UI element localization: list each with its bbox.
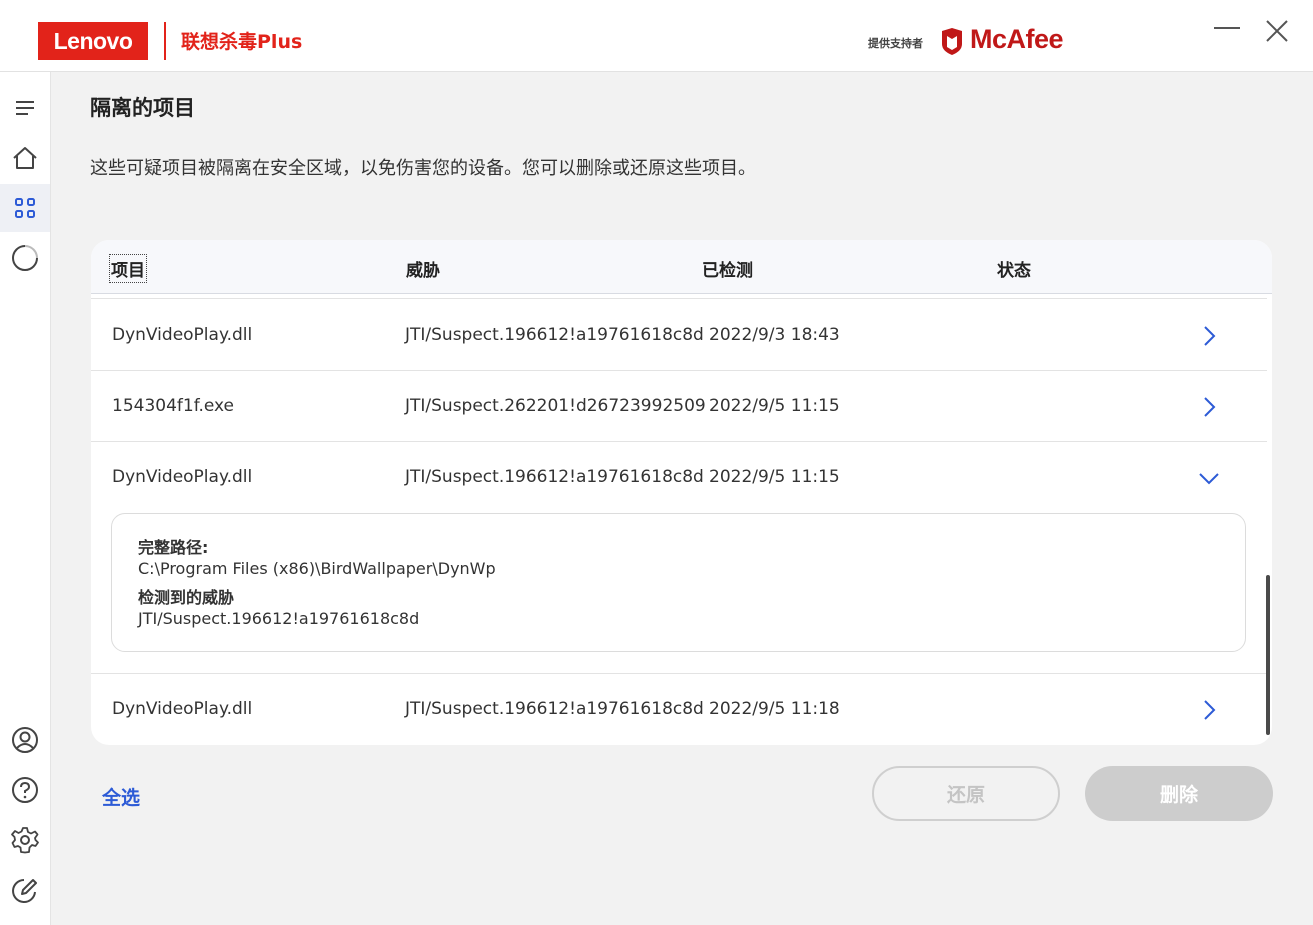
column-header-status[interactable]: 状态	[997, 256, 1031, 281]
feedback-icon	[12, 879, 37, 903]
detected-date: 2022/9/5 11:15	[709, 396, 840, 416]
column-header-threat[interactable]: 威胁	[406, 256, 440, 281]
sidebar	[0, 72, 51, 925]
table-row[interactable]: DynVideoPlay.dll JTI/Suspect.196612!a197…	[91, 300, 1267, 371]
select-all-link[interactable]: 全选	[102, 783, 140, 810]
delete-button[interactable]: 删除	[1085, 766, 1273, 821]
item-name: DynVideoPlay.dll	[112, 699, 253, 719]
detected-date: 2022/9/5 11:18	[709, 699, 840, 719]
quarantine-table: 项目 威胁 已检测 状态 DynVideoPlay.dll JTI/Suspec…	[91, 240, 1272, 745]
menu-button[interactable]	[0, 84, 50, 132]
page-description: 这些可疑项目被隔离在安全区域，以免伤害您的设备。您可以删除或还原这些项目。	[90, 158, 756, 179]
detected-date: 2022/9/5 11:15	[709, 467, 840, 487]
sidebar-item-settings[interactable]	[0, 816, 50, 864]
chevron-right-icon[interactable]	[1194, 695, 1224, 725]
detected-threat-label: 检测到的威胁	[138, 588, 235, 607]
chevron-down-icon[interactable]	[1194, 463, 1224, 493]
sidebar-item-scan[interactable]	[0, 234, 50, 282]
detected-threat-value: JTI/Suspect.196612!a19761618c8d	[138, 609, 420, 628]
threat-name: JTI/Suspect.196612!a19761618c8d	[405, 325, 704, 345]
sidebar-item-apps[interactable]	[0, 184, 50, 232]
home-icon	[13, 147, 37, 169]
account-icon	[12, 727, 38, 753]
full-path-label: 完整路径:	[138, 538, 209, 557]
threat-name: JTI/Suspect.196612!a19761618c8d	[405, 467, 704, 487]
apps-icon	[15, 198, 35, 218]
lenovo-logo: Lenovo	[38, 22, 148, 60]
title-bar: Lenovo 联想杀毒Plus 提供支持者 McAfee	[0, 0, 1313, 72]
item-details-panel: 完整路径: C:\Program Files (x86)\BirdWallpap…	[111, 513, 1246, 652]
table-row[interactable]: DynVideoPlay.dll JTI/Suspect.196612!a197…	[91, 674, 1267, 745]
detected-date: 2022/9/3 18:43	[709, 325, 840, 345]
divider	[91, 298, 1267, 299]
chevron-right-icon[interactable]	[1194, 392, 1224, 422]
help-icon	[12, 777, 38, 803]
item-name: DynVideoPlay.dll	[112, 325, 253, 345]
column-header-detected[interactable]: 已检测	[702, 256, 753, 281]
threat-name: JTI/Suspect.262201!d26723992509	[405, 396, 706, 416]
full-path-value: C:\Program Files (x86)\BirdWallpaper\Dyn…	[138, 559, 496, 578]
threat-name: JTI/Suspect.196612!a19761618c8d	[405, 699, 704, 719]
item-name: 154304f1f.exe	[112, 396, 235, 416]
column-header-item[interactable]: 项目	[109, 254, 147, 283]
table-header: 项目 威胁 已检测 状态	[91, 240, 1272, 294]
chevron-right-icon[interactable]	[1194, 321, 1224, 351]
product-name: 联想杀毒Plus	[181, 31, 303, 53]
sidebar-item-feedback[interactable]	[0, 866, 50, 914]
powered-by-label: 提供支持者	[868, 37, 923, 50]
main-content: 隔离的项目 这些可疑项目被隔离在安全区域，以免伤害您的设备。您可以删除或还原这些…	[51, 72, 1313, 925]
page-title: 隔离的项目	[90, 96, 195, 120]
sidebar-item-help[interactable]	[0, 766, 50, 814]
mcafee-logo: McAfee	[970, 24, 1064, 54]
gear-icon	[11, 827, 39, 854]
sidebar-item-home[interactable]	[0, 134, 50, 182]
item-name: DynVideoPlay.dll	[112, 467, 253, 487]
minimize-icon[interactable]	[1212, 16, 1242, 46]
scrollbar-thumb[interactable]	[1266, 575, 1270, 735]
menu-icon	[16, 101, 34, 115]
table-row[interactable]: 154304f1f.exe JTI/Suspect.262201!d267239…	[91, 371, 1267, 442]
mcafee-shield-icon	[942, 28, 962, 55]
sidebar-item-account[interactable]	[0, 716, 50, 764]
spinner-icon	[12, 245, 38, 271]
restore-button[interactable]: 还原	[872, 766, 1060, 821]
close-icon[interactable]	[1262, 16, 1292, 46]
brand-divider	[164, 22, 166, 60]
